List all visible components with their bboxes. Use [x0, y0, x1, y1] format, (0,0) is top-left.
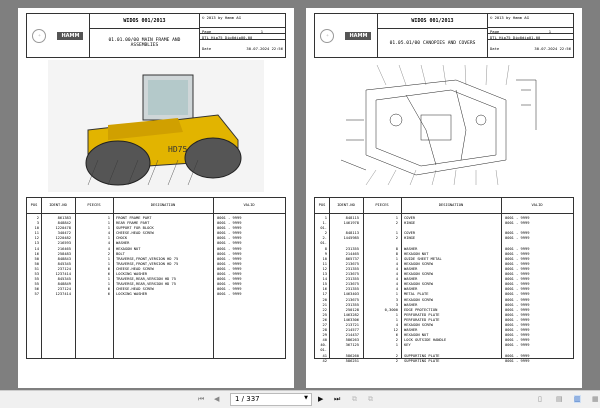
document-page: ◎ HAMM WIDOS 001/2013 01.05.01/00 CANOPIES…	[306, 8, 582, 388]
pieces-cell: 2	[395, 358, 398, 363]
next-view-icon[interactable]: ⧉	[368, 395, 373, 404]
catalog-title: WIDOS 001/2013	[378, 14, 487, 29]
column-header: POS	[318, 202, 326, 207]
date-value: 30.07.2024 22:56	[534, 46, 571, 51]
copyright: © 2013 by Hamm AG	[202, 15, 241, 20]
column-header: IDENT-NO	[49, 202, 67, 207]
column-header: VALID	[531, 202, 543, 207]
valid-cell: 0001 - 9999	[217, 292, 242, 297]
prev-page-icon[interactable]: ◀	[214, 395, 219, 403]
bottom-toolbar: ⏮ ◀ 1 / 337 ▼ ▶ ⏭ ⧉ ⧉ ▯ ▤ ▥ ▦	[0, 390, 600, 408]
page-no: 1	[548, 29, 551, 34]
page-label: Page	[202, 29, 212, 34]
next-page-icon[interactable]: ▶	[318, 395, 323, 403]
catalog-title: WIDOS 001/2013	[90, 14, 199, 29]
column-header: POS	[30, 202, 38, 207]
pieces-cell: 6	[107, 292, 110, 297]
hamm-logo: HAMM	[345, 31, 372, 40]
exploded-diagram	[336, 60, 552, 192]
section-description: 01.05.01/00 CANOPIES AND COVERS	[389, 40, 476, 46]
continuous-icon[interactable]: ▤	[556, 395, 563, 403]
pos-cell: 57	[34, 292, 39, 297]
first-page-icon[interactable]: ⏮	[198, 395, 204, 404]
page-header: ◎ HAMM WIDOS 001/2013 01.01.00/00 MAIN FRA…	[26, 13, 286, 58]
doc-id: DTL_Hip75_Dip0dip01-00	[490, 35, 541, 40]
table-row: 57 1237414 6 LOCKING WASHER 0001 - 9999	[27, 292, 285, 297]
roller-photo: HD75	[48, 60, 264, 192]
designation-cell: SUPPORTING PLATE	[404, 358, 440, 363]
designation-cell: LOCKING WASHER	[116, 292, 148, 297]
parts-table: POS IDENT-NO PIECES DESIGNATION VALID 2 86138…	[26, 197, 286, 359]
hamm-logo: HAMM	[57, 31, 84, 40]
table-row: 42 586251 2 SUPPORTING PLATE 0001 - 9999	[315, 359, 573, 364]
section-description: 01.01.00/00 MAIN FRAME AND ASSEMBLIES	[108, 38, 181, 48]
parts-table: POS IDENT-NO PIECES DESIGNATION VALID 1 84811…	[314, 197, 574, 363]
svg-text:HD75: HD75	[168, 145, 187, 154]
valid-cell: 0001 - 9999	[505, 358, 530, 363]
ident-cell: 586251	[345, 358, 359, 363]
last-page-icon[interactable]: ⏭	[334, 395, 340, 404]
page-label: Page	[490, 29, 500, 34]
column-header: VALID	[243, 202, 255, 207]
column-header: PIECES	[87, 202, 101, 207]
page-header: ◎ HAMM WIDOS 001/2013 01.05.01/00 CANOPIES…	[314, 13, 574, 58]
column-header: DESIGNATION	[438, 202, 464, 207]
chevron-down-icon[interactable]: ▼	[304, 395, 308, 401]
copyright: © 2013 by Hamm AG	[490, 15, 529, 20]
date-label: Date	[202, 46, 212, 51]
date-value: 30.07.2024 22:56	[246, 46, 283, 51]
page-no: 1	[260, 29, 263, 34]
two-page-continuous-icon[interactable]: ▦	[592, 395, 599, 403]
ident-cell: 1237414	[55, 292, 71, 297]
two-page-icon[interactable]: ▥	[574, 395, 581, 403]
pos-cell: 42	[322, 358, 327, 363]
date-label: Date	[490, 46, 500, 51]
seal-logo: ◎	[320, 28, 335, 43]
column-header: PIECES	[375, 202, 389, 207]
single-page-icon[interactable]: ▯	[538, 395, 542, 403]
seal-logo: ◎	[32, 28, 47, 43]
document-page: ◎ HAMM WIDOS 001/2013 01.01.00/00 MAIN FRA…	[18, 8, 294, 388]
page-number-value: 1 / 337	[235, 395, 260, 403]
prev-view-icon[interactable]: ⧉	[352, 395, 357, 404]
column-header: IDENT-NO	[337, 202, 355, 207]
page-number-field[interactable]: 1 / 337 ▼	[230, 393, 312, 406]
doc-id: DTL_Hip75_Dip0dip00-00	[202, 35, 253, 40]
column-header: DESIGNATION	[150, 202, 176, 207]
